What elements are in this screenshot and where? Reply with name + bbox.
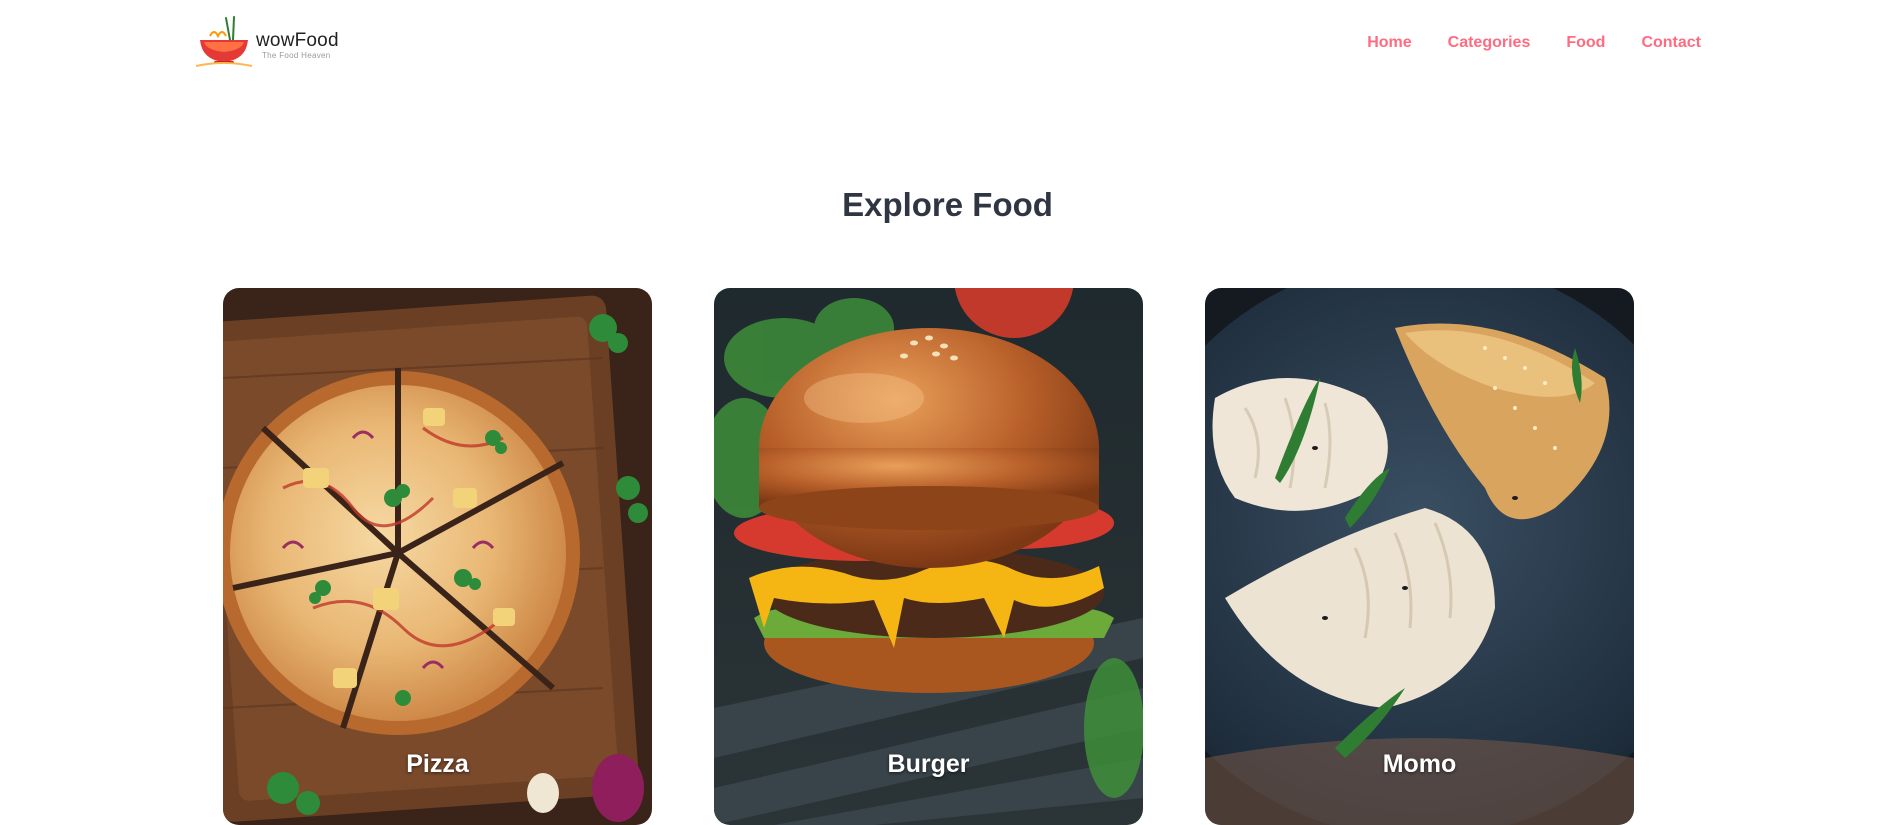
category-label-momo: Momo (1382, 750, 1457, 778)
page: wowFood The Food Heaven Home Categories … (0, 0, 1895, 825)
nav-contact-link[interactable]: Contact (1641, 34, 1701, 52)
nav-home-link[interactable]: Home (1367, 34, 1411, 52)
brand-tagline: The Food Heaven (262, 51, 331, 60)
main-nav: Home Categories Food Contact (1367, 34, 1701, 52)
nav-categories-link[interactable]: Categories (1448, 34, 1531, 52)
site-header: wowFood The Food Heaven Home Categories … (0, 0, 1895, 90)
category-card-momo[interactable]: Momo (1205, 288, 1634, 825)
category-label-pizza: Pizza (406, 750, 469, 778)
pizza-photo (223, 288, 652, 825)
section-title: Explore Food (842, 186, 1053, 223)
brand-name: wowFood (256, 30, 339, 51)
category-card-burger[interactable]: Burger (714, 288, 1143, 825)
food-bowl-icon (196, 16, 253, 67)
brand-logo[interactable]: wowFood The Food Heaven (196, 14, 346, 70)
category-card-pizza[interactable]: Pizza (223, 288, 652, 825)
burger-photo (714, 288, 1143, 825)
momo-photo (1205, 288, 1634, 825)
category-label-burger: Burger (887, 750, 970, 778)
nav-food-link[interactable]: Food (1566, 34, 1605, 52)
category-cards: Pizza Burger Momo (0, 288, 1895, 825)
